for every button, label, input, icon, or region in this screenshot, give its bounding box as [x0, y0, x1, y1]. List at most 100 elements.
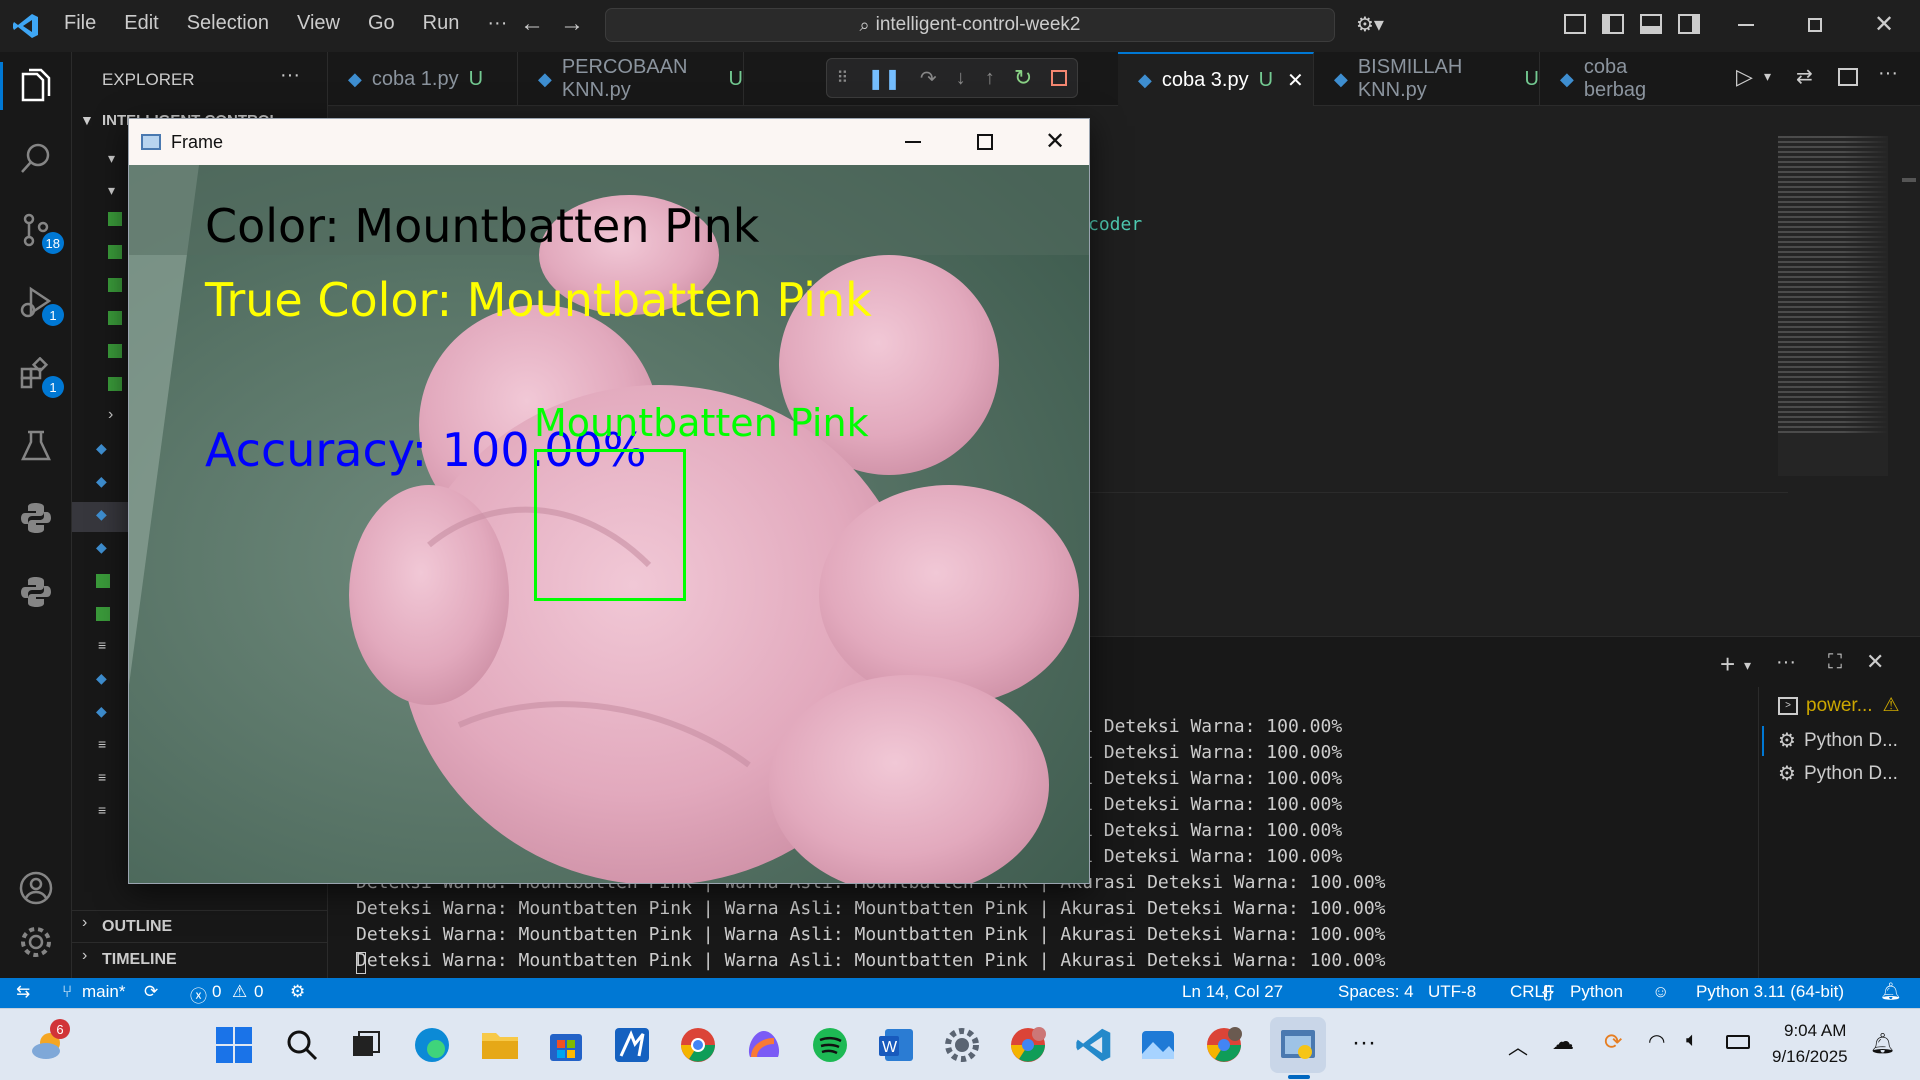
explorer-more-icon[interactable]: ···	[280, 64, 300, 87]
scrollbar-thumb[interactable]	[1902, 178, 1916, 182]
toggle-secondary-sidebar-icon[interactable]	[1678, 14, 1700, 34]
compare-icon[interactable]: ⇄	[1796, 64, 1813, 89]
battery-icon[interactable]	[1726, 1035, 1750, 1049]
file-row-py[interactable]: ◆	[96, 440, 107, 457]
frame-close-icon[interactable]: ✕	[1045, 127, 1065, 156]
microsoft-store-icon[interactable]	[542, 1021, 590, 1069]
drag-handle-icon[interactable]: ⠿	[837, 68, 849, 88]
file-row-py[interactable]: ◆	[96, 670, 107, 687]
command-center-search[interactable]: ⌕ intelligent-control-week2	[605, 8, 1335, 42]
clock-time[interactable]: 9:04 AM	[1784, 1021, 1846, 1041]
tab-percobaan-knn[interactable]: ◆ PERCOBAAN KNN.py U	[518, 52, 744, 106]
forward-arrow-icon[interactable]: →	[560, 10, 584, 38]
menu-more[interactable]: ···	[487, 12, 507, 35]
file-row-csv[interactable]	[108, 344, 122, 358]
file-row-txt[interactable]: ≡	[98, 769, 106, 785]
remote-icon[interactable]: ⇆	[16, 982, 30, 1002]
file-row-csv[interactable]	[108, 377, 122, 391]
editor-more-icon[interactable]: ···	[1878, 62, 1898, 85]
branch-name[interactable]: main*	[82, 982, 125, 1002]
file-explorer-icon[interactable]	[476, 1021, 524, 1069]
run-dropdown-icon[interactable]: ▾	[1764, 68, 1771, 85]
chrome-profile-p-icon[interactable]	[1200, 1021, 1248, 1069]
file-row-py[interactable]: ◆	[96, 539, 107, 556]
tab-coba-berbag[interactable]: ◆ coba berbag	[1540, 52, 1692, 106]
stop-icon[interactable]	[1051, 70, 1068, 86]
menu-view[interactable]: View	[297, 12, 340, 35]
volume-icon[interactable]: 🔈︎	[1686, 1029, 1698, 1052]
run-file-icon[interactable]: ▷	[1736, 64, 1753, 90]
toggle-panel-icon[interactable]	[1640, 14, 1662, 34]
file-row-csv[interactable]	[108, 311, 122, 325]
task-view-icon[interactable]	[342, 1021, 390, 1069]
tab-bismillah-knn[interactable]: ◆ BISMILLAH KNN.py U	[1314, 52, 1540, 106]
terminal-session[interactable]: > power... ⚠	[1778, 694, 1900, 717]
chrome-profile-icon[interactable]	[1004, 1021, 1052, 1069]
file-row-csv[interactable]	[96, 607, 110, 621]
menu-file[interactable]: File	[64, 12, 96, 35]
file-row-csv[interactable]	[108, 212, 122, 226]
frame-minimize-icon[interactable]	[905, 141, 921, 143]
chrome-icon[interactable]	[674, 1021, 722, 1069]
maximize-panel-icon[interactable]: ⛶	[1828, 651, 1842, 674]
weather-widget-icon[interactable]: 6	[24, 1019, 72, 1069]
start-windows-icon[interactable]	[210, 1021, 258, 1069]
spotify-icon[interactable]	[806, 1021, 854, 1069]
warning-icon[interactable]: ⚠	[232, 982, 247, 1002]
chevron-right-icon[interactable]: ›	[82, 947, 87, 965]
folder-chevron-icon[interactable]: ›	[108, 406, 113, 424]
settings-gear-icon[interactable]	[14, 920, 58, 964]
testing-flask-icon[interactable]	[14, 424, 58, 468]
search-icon[interactable]	[278, 1021, 326, 1069]
search-icon[interactable]	[14, 136, 58, 180]
python-window-icon[interactable]	[1270, 1017, 1326, 1073]
clock-date[interactable]: 9/16/2025	[1772, 1047, 1848, 1067]
python-environments-icon[interactable]	[14, 570, 58, 614]
file-row-csv[interactable]	[96, 574, 110, 588]
language-mode[interactable]: Python	[1570, 982, 1623, 1002]
frame-window[interactable]: Frame ✕ Color: Mountbatten Pink True Col…	[128, 118, 1090, 884]
python-interpreter[interactable]: Python 3.11 (64-bit)	[1696, 982, 1844, 1002]
chevron-down-icon[interactable]: ▼	[80, 112, 94, 128]
warning-count[interactable]: 0	[254, 982, 263, 1002]
file-row-py[interactable]: ◆	[96, 703, 107, 720]
close-icon[interactable]: ✕	[1874, 10, 1894, 39]
split-editor-icon[interactable]	[1838, 68, 1858, 86]
file-row-txt[interactable]: ≡	[98, 637, 106, 653]
source-control-icon[interactable]: 18	[14, 208, 64, 254]
file-row-csv[interactable]	[108, 245, 122, 259]
file-row-csv[interactable]	[108, 278, 122, 292]
show-hidden-icons-chevron[interactable]: ︿	[1508, 1031, 1528, 1060]
vscode-icon[interactable]	[1070, 1021, 1118, 1069]
frame-maximize-icon[interactable]	[977, 134, 993, 150]
restore-icon[interactable]	[1808, 18, 1822, 32]
copilot-app-icon[interactable]	[740, 1021, 788, 1069]
extensions-icon[interactable]: 1	[14, 352, 64, 398]
tab-coba-1[interactable]: ◆ coba 1.py U	[328, 52, 518, 106]
menu-run[interactable]: Run	[423, 12, 460, 35]
panel-more-icon[interactable]: ···	[1776, 651, 1796, 674]
step-out-icon[interactable]: ↑	[985, 67, 995, 90]
close-panel-icon[interactable]: ✕	[1866, 649, 1884, 675]
menu-go[interactable]: Go	[368, 12, 395, 35]
pause-icon[interactable]: ❚❚	[867, 66, 901, 91]
menu-selection[interactable]: Selection	[187, 12, 269, 35]
terminal-session[interactable]: ⚙ Python D...	[1778, 728, 1898, 753]
tab-coba-3[interactable]: ◆ coba 3.py U ✕	[1118, 52, 1314, 106]
encoding[interactable]: UTF-8	[1428, 982, 1476, 1002]
minimize-icon[interactable]	[1738, 24, 1754, 26]
error-count[interactable]: 0	[212, 982, 221, 1002]
step-over-icon[interactable]: ↷	[920, 66, 937, 91]
file-row-py[interactable]: ◆	[96, 506, 107, 523]
chevron-right-icon[interactable]: ›	[82, 914, 87, 932]
wifi-icon[interactable]: ◠	[1648, 1029, 1665, 1054]
new-terminal-icon[interactable]: +	[1720, 649, 1735, 680]
onedrive-icon[interactable]: ☁	[1552, 1029, 1574, 1055]
toggle-sidebar-icon[interactable]	[1602, 14, 1624, 34]
file-row-py[interactable]: ◆	[96, 473, 107, 490]
copilot-status-icon[interactable]: ☺	[1652, 982, 1669, 1002]
timeline-section[interactable]: TIMELINE	[102, 951, 177, 969]
notification-center-icon[interactable]: 🔔︎	[1870, 1031, 1895, 1056]
sync-icon[interactable]: ⟳	[1604, 1029, 1622, 1055]
indentation[interactable]: Spaces: 4	[1338, 982, 1414, 1002]
